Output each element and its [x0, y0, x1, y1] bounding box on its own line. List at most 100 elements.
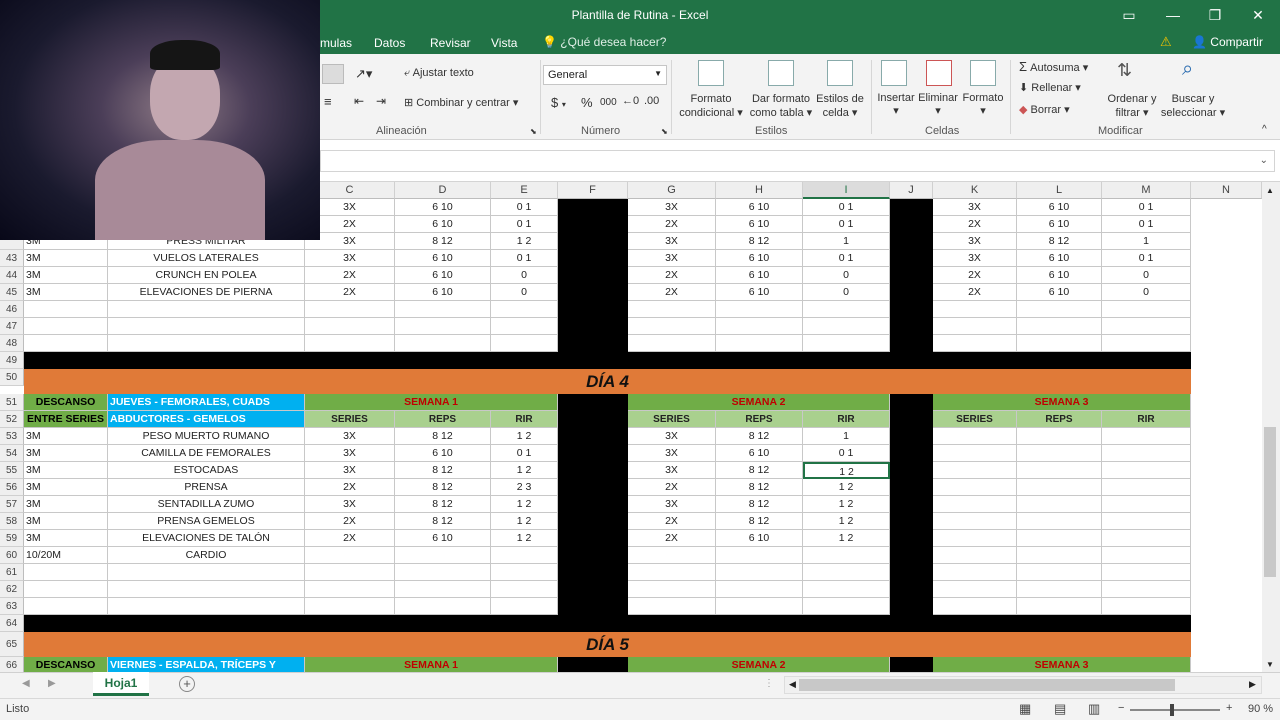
clear-button[interactable]: ◆ Borrar ▾: [1019, 103, 1070, 116]
row-header[interactable]: 50: [0, 369, 24, 386]
cell-c[interactable]: 3X: [305, 496, 395, 513]
cell-i[interactable]: 1: [803, 233, 890, 250]
cell-d[interactable]: 6 10: [395, 284, 491, 301]
cell-g[interactable]: 3X: [628, 496, 716, 513]
cell-g[interactable]: 2X: [628, 284, 716, 301]
row-header[interactable]: 59: [0, 530, 24, 547]
cell-m[interactable]: [1102, 496, 1191, 513]
cell-h[interactable]: 8 12: [716, 428, 803, 445]
cell-m[interactable]: [1102, 335, 1191, 352]
cell-d[interactable]: 8 12: [395, 479, 491, 496]
subheader-reps[interactable]: REPS: [395, 411, 491, 428]
cell-m[interactable]: [1102, 445, 1191, 462]
cell-g[interactable]: [628, 318, 716, 335]
cell-i[interactable]: [803, 564, 890, 581]
insert-button[interactable]: Insertar ▾: [876, 92, 916, 117]
row-header[interactable]: 57: [0, 496, 24, 513]
cell-a[interactable]: [24, 335, 108, 352]
subheader-series[interactable]: SERIES: [933, 411, 1017, 428]
cell-h[interactable]: 6 10: [716, 284, 803, 301]
cell-a[interactable]: 3M: [24, 462, 108, 479]
cell-k[interactable]: [933, 428, 1017, 445]
cell-a[interactable]: [24, 598, 108, 615]
column-header-d[interactable]: D: [395, 182, 491, 199]
maximize-button[interactable]: ❐: [1202, 5, 1228, 25]
cell-m[interactable]: [1102, 318, 1191, 335]
cell-g[interactable]: [628, 598, 716, 615]
cell-g[interactable]: [628, 581, 716, 598]
row-header[interactable]: 55: [0, 462, 24, 479]
cell-c[interactable]: 2X: [305, 479, 395, 496]
cell-g[interactable]: 3X: [628, 199, 716, 216]
row-header[interactable]: 62: [0, 581, 24, 598]
tab-vista[interactable]: Vista: [491, 36, 517, 50]
cell-e[interactable]: 1 2: [491, 513, 558, 530]
cell-c[interactable]: [305, 301, 395, 318]
cell-d[interactable]: [395, 547, 491, 564]
next-sheet-icon[interactable]: ▶: [48, 678, 56, 689]
row-header[interactable]: 44: [0, 267, 24, 284]
cell-k[interactable]: [933, 564, 1017, 581]
cell-b[interactable]: ESTOCADAS: [108, 462, 305, 479]
find-select-button[interactable]: Buscar y seleccionar ▾: [1158, 92, 1228, 120]
cell-d[interactable]: 8 12: [395, 233, 491, 250]
decrease-decimal-icon[interactable]: ←0: [622, 95, 639, 107]
cell-a[interactable]: 3M: [24, 445, 108, 462]
alignment-launcher-icon[interactable]: ⬊: [530, 127, 537, 136]
cell-l[interactable]: [1017, 462, 1102, 479]
increase-decimal-icon[interactable]: .00: [644, 95, 659, 107]
cell-d[interactable]: 6 10: [395, 530, 491, 547]
cell-g[interactable]: 2X: [628, 530, 716, 547]
cell-e[interactable]: 1 2: [491, 428, 558, 445]
cell-h[interactable]: 8 12: [716, 233, 803, 250]
cell-e[interactable]: [491, 301, 558, 318]
zoom-out-icon[interactable]: −: [1118, 702, 1124, 714]
cell-m[interactable]: 0 1: [1102, 250, 1191, 267]
cell-c[interactable]: 2X: [305, 284, 395, 301]
column-header-g[interactable]: G: [628, 182, 716, 199]
cell-m[interactable]: [1102, 530, 1191, 547]
cell-k[interactable]: [933, 513, 1017, 530]
cell-k[interactable]: [933, 462, 1017, 479]
cell-l[interactable]: 6 10: [1017, 267, 1102, 284]
cell-e[interactable]: 0: [491, 284, 558, 301]
cell-i[interactable]: 1 2: [803, 530, 890, 547]
cell-m[interactable]: [1102, 428, 1191, 445]
cell-e[interactable]: 0 1: [491, 250, 558, 267]
cell-c[interactable]: 2X: [305, 513, 395, 530]
cell-i[interactable]: [803, 318, 890, 335]
cell-e[interactable]: 2 3: [491, 479, 558, 496]
cell-i[interactable]: 0: [803, 284, 890, 301]
cell-g[interactable]: 2X: [628, 479, 716, 496]
cell-d[interactable]: 6 10: [395, 250, 491, 267]
cell-d[interactable]: [395, 301, 491, 318]
cell-m[interactable]: [1102, 513, 1191, 530]
tab-formulas[interactable]: mulas: [320, 36, 352, 50]
row-header[interactable]: 52: [0, 411, 24, 428]
number-launcher-icon[interactable]: ⬊: [661, 127, 668, 136]
cell-a[interactable]: 3M: [24, 530, 108, 547]
cell-d[interactable]: [395, 581, 491, 598]
cell-k[interactable]: [933, 318, 1017, 335]
cell-g[interactable]: [628, 335, 716, 352]
cell-k[interactable]: 2X: [933, 284, 1017, 301]
sort-filter-button[interactable]: Ordenar y filtrar ▾: [1103, 92, 1161, 120]
cell-g[interactable]: [628, 547, 716, 564]
minimize-button[interactable]: —: [1160, 5, 1186, 25]
cell-e[interactable]: 1 2: [491, 233, 558, 250]
column-header-i[interactable]: I: [803, 182, 890, 199]
cell-k[interactable]: [933, 445, 1017, 462]
cell-l[interactable]: [1017, 547, 1102, 564]
zoom-level[interactable]: 90 %: [1248, 703, 1273, 715]
horizontal-scroll-thumb[interactable]: [799, 679, 1175, 691]
format-button[interactable]: Formato ▾: [961, 92, 1005, 117]
row-header[interactable]: 63: [0, 598, 24, 615]
cell-m[interactable]: 0 1: [1102, 199, 1191, 216]
cell-e[interactable]: [491, 581, 558, 598]
zoom-slider[interactable]: [1130, 704, 1220, 716]
cell-i[interactable]: [803, 581, 890, 598]
cell-e[interactable]: [491, 335, 558, 352]
cell-d[interactable]: 6 10: [395, 445, 491, 462]
cell-i[interactable]: [803, 547, 890, 564]
cell-e[interactable]: 1 2: [491, 462, 558, 479]
